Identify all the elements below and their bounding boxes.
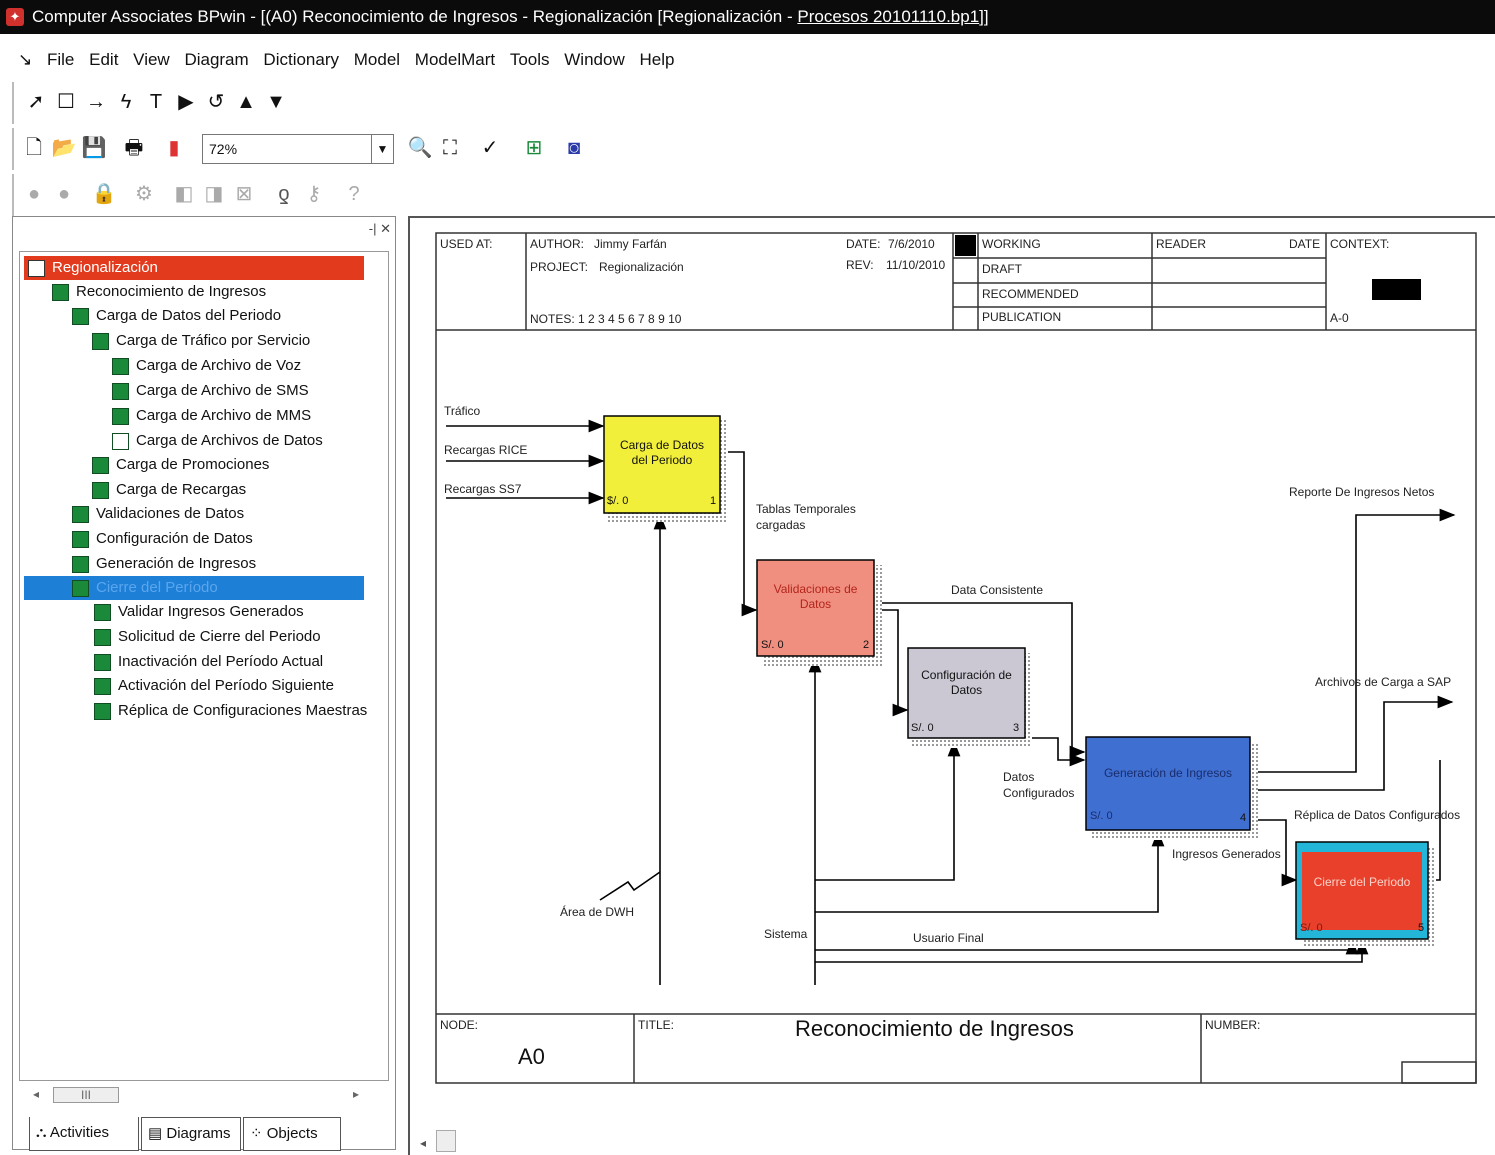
arrow-label-trafico: Tráfico xyxy=(444,404,481,418)
arrow-label-data-consistente: Data Consistente xyxy=(951,583,1044,597)
context-node: A-0 xyxy=(1330,311,1349,325)
arrow-label-area-dwh: Área de DWH xyxy=(560,905,635,919)
used-at-label: USED AT: xyxy=(440,237,493,251)
project-value: Regionalización xyxy=(599,260,684,274)
arrow-label-recargas-ss7: Recargas SS7 xyxy=(444,482,522,496)
notes-label: NOTES: 1 2 3 4 5 6 7 8 9 10 xyxy=(530,312,682,326)
context-label: CONTEXT: xyxy=(1330,237,1390,251)
box-4-cost: S/. 0 xyxy=(1090,810,1113,822)
context-thumbnail xyxy=(1372,279,1421,300)
date2-label: DATE xyxy=(1289,237,1321,251)
arrow-label-usuario-final: Usuario Final xyxy=(913,931,984,945)
arrow-label-datos-configurados: Datos Configurados xyxy=(1003,770,1075,800)
draft-label: DRAFT xyxy=(982,262,1022,276)
rev-value: 11/10/2010 xyxy=(886,258,946,272)
box-2-number: 2 xyxy=(863,639,870,651)
arrow-label-ingresos-generados: Ingresos Generados xyxy=(1172,847,1281,861)
recommended-label: RECOMMENDED xyxy=(982,287,1079,301)
box-4-title: Generación de Ingresos xyxy=(1103,766,1233,780)
box-3-number: 3 xyxy=(1013,722,1020,734)
diagram-scroll-thumb[interactable] xyxy=(436,1130,456,1152)
number-label: NUMBER: xyxy=(1205,1018,1261,1032)
box-1-cost: $/. 0 xyxy=(607,495,629,507)
arrow-label-reporte: Reporte De Ingresos Netos xyxy=(1289,485,1435,499)
node-label: NODE: xyxy=(440,1018,479,1032)
box-5-number: 5 xyxy=(1418,922,1425,934)
box-5-title: Cierre del Periodo xyxy=(1313,875,1411,889)
box-1-number: 1 xyxy=(710,495,717,507)
author-label: AUTHOR: xyxy=(530,237,584,251)
activity-box-4[interactable] xyxy=(1085,736,1258,840)
working-marker xyxy=(955,235,976,256)
rev-label: REV: xyxy=(846,258,874,272)
box-3-cost: S/. 0 xyxy=(911,722,934,734)
node-value: A0 xyxy=(518,1044,545,1069)
box-2-title: Validaciones de Datos xyxy=(773,582,858,611)
diagram-title: Reconocimiento de Ingresos xyxy=(795,1016,1074,1041)
arrow-label-replica: Réplica de Datos Configurados xyxy=(1294,808,1461,822)
arrow-label-sistema: Sistema xyxy=(764,927,808,941)
box-5-cost: S/. 0 xyxy=(1300,922,1323,934)
project-label: PROJECT: xyxy=(530,260,589,274)
box-4-number: 4 xyxy=(1240,812,1247,824)
arrow-label-tablas: Tablas Temporales cargadas xyxy=(756,502,856,532)
date-value: 7/6/2010 xyxy=(888,237,935,251)
box-2-cost: S/. 0 xyxy=(761,639,784,651)
box-1-title: Carga de Datos del Periodo xyxy=(619,438,705,467)
arrow-label-recargas-rice: Recargas RICE xyxy=(444,443,528,457)
date-label: DATE: xyxy=(846,237,881,251)
author-value: Jimmy Farfán xyxy=(594,237,667,251)
box-3-title: Configuración de Datos xyxy=(921,668,1012,697)
publication-label: PUBLICATION xyxy=(982,310,1062,324)
title-label: TITLE: xyxy=(638,1018,675,1032)
arrow-label-archivos-sap: Archivos de Carga a SAP xyxy=(1315,675,1452,689)
scroll-left-icon[interactable]: ◂ xyxy=(420,1136,426,1150)
reader-label: READER xyxy=(1156,237,1207,251)
working-label: WORKING xyxy=(982,237,1041,251)
idef0-diagram xyxy=(435,232,1477,1084)
